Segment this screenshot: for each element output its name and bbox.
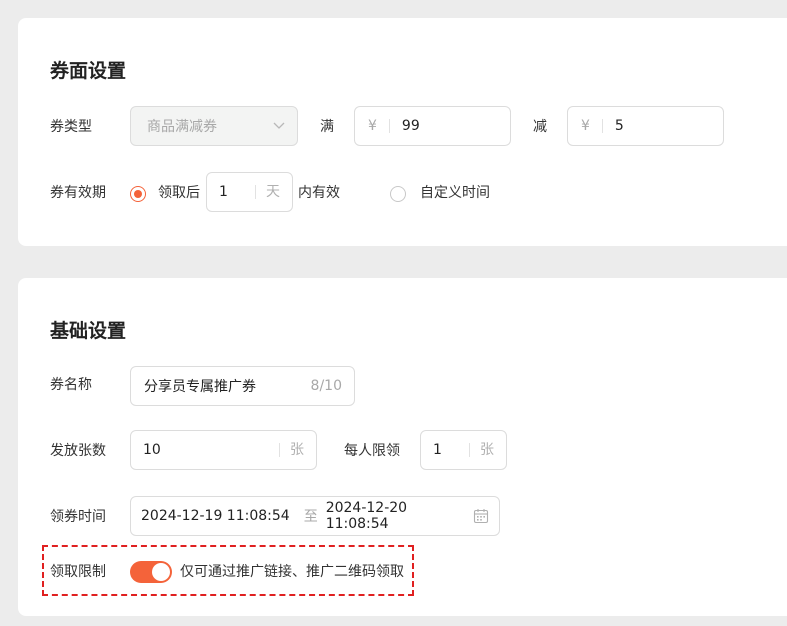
days-unit: 天 bbox=[255, 185, 292, 199]
full-amount-value: 99 bbox=[401, 118, 420, 134]
chevron-down-icon bbox=[273, 118, 297, 134]
validity-label: 券有效期 bbox=[50, 185, 106, 201]
minus-amount-value: 5 bbox=[614, 118, 624, 134]
issue-count-value: 10 bbox=[143, 442, 161, 458]
limit-unit: 张 bbox=[469, 443, 506, 457]
receive-time-range-picker[interactable]: 2024-12-19 11:08:54 至 2024-12-20 11:08:5… bbox=[130, 496, 500, 536]
coupon-name-label: 券名称 bbox=[50, 377, 92, 393]
custom-time-label: 自定义时间 bbox=[420, 185, 490, 201]
time-end-value: 2024-12-20 11:08:54 bbox=[325, 500, 408, 532]
full-amount-label: 满 bbox=[320, 119, 334, 135]
section-title-basic: 基础设置 bbox=[50, 320, 127, 342]
issue-unit: 张 bbox=[279, 443, 316, 457]
coupon-type-select[interactable]: 商品满减券 bbox=[130, 106, 298, 146]
issue-count-input[interactable]: 10 张 bbox=[130, 430, 317, 470]
issue-count-label: 发放张数 bbox=[50, 443, 106, 459]
section-title-coupon-face: 券面设置 bbox=[50, 60, 127, 82]
time-start-value: 2024-12-19 11:08:54 bbox=[141, 508, 290, 524]
coupon-type-label: 券类型 bbox=[50, 119, 92, 135]
time-range-separator: 至 bbox=[303, 509, 318, 525]
receive-time-label: 领券时间 bbox=[50, 509, 106, 525]
coupon-face-card: 券面设置 券类型 商品满减券 满 ¥ 99 减 ¥ 5 券有效期 领取后 1 天… bbox=[18, 18, 787, 246]
after-receive-label: 领取后 bbox=[158, 185, 200, 201]
full-amount-input[interactable]: ¥ 99 bbox=[354, 106, 511, 146]
coupon-name-value: 分享员专属推广券 bbox=[144, 379, 256, 395]
validity-days-value: 1 bbox=[219, 184, 228, 200]
minus-amount-label: 减 bbox=[533, 119, 547, 135]
highlight-dashed-box bbox=[42, 545, 414, 596]
per-person-limit-input[interactable]: 1 张 bbox=[420, 430, 507, 470]
per-person-limit-value: 1 bbox=[433, 442, 442, 458]
currency-icon: ¥ bbox=[568, 119, 603, 133]
validity-days-input[interactable]: 1 天 bbox=[206, 172, 293, 212]
per-person-limit-label: 每人限领 bbox=[344, 443, 400, 459]
name-char-count: 8/10 bbox=[310, 378, 342, 394]
radio-after-receive[interactable] bbox=[130, 186, 146, 202]
coupon-type-value: 商品满减券 bbox=[147, 119, 217, 135]
valid-within-label: 内有效 bbox=[298, 185, 340, 201]
currency-icon: ¥ bbox=[355, 119, 390, 133]
coupon-name-input[interactable]: 分享员专属推广券 8/10 bbox=[130, 366, 355, 406]
radio-custom-time[interactable] bbox=[390, 186, 406, 202]
minus-amount-input[interactable]: ¥ 5 bbox=[567, 106, 724, 146]
calendar-icon bbox=[473, 508, 499, 524]
